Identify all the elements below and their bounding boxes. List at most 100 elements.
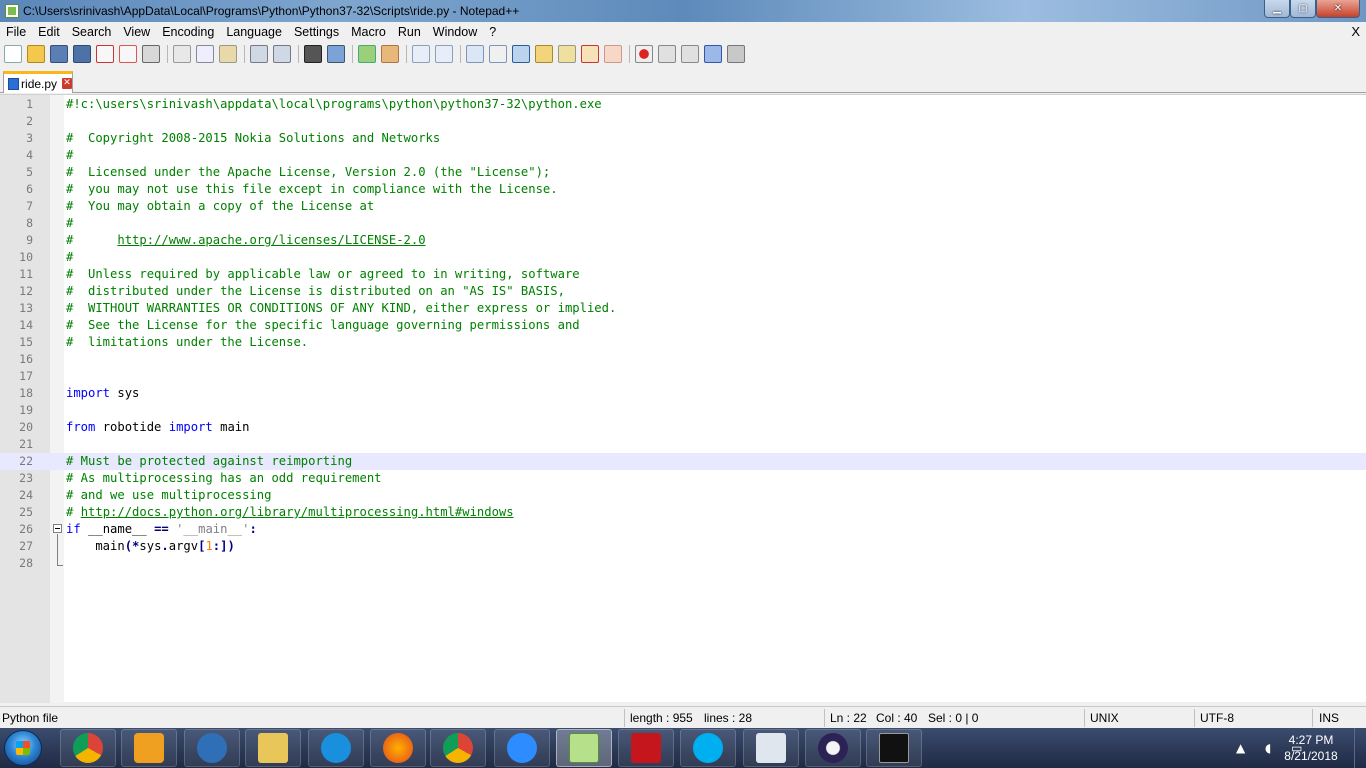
document-switcher-icon[interactable] xyxy=(604,45,622,63)
code-line[interactable]: 28 xyxy=(0,555,1366,572)
menu-view[interactable]: View xyxy=(117,25,156,39)
cut-icon[interactable] xyxy=(173,45,191,63)
close-window-button[interactable]: ✕ xyxy=(1316,0,1360,18)
menu-macro[interactable]: Macro xyxy=(345,25,392,39)
taskbar-chrome-profile[interactable] xyxy=(430,729,486,767)
taskbar-eclipse[interactable] xyxy=(805,729,861,767)
status-eol[interactable]: UNIX xyxy=(1090,711,1119,727)
code-lines[interactable]: 1 #!c:\users\srinivash\appdata\local\prog… xyxy=(0,96,1366,572)
taskbar-media-player[interactable] xyxy=(121,729,177,767)
paste-icon[interactable] xyxy=(219,45,237,63)
record-macro-icon[interactable] xyxy=(635,45,653,63)
code-line[interactable]: 12 # distributed under the License is dis… xyxy=(0,283,1366,300)
taskbar-file-explorer[interactable] xyxy=(245,729,301,767)
redo-icon[interactable] xyxy=(273,45,291,63)
function-list-icon[interactable] xyxy=(558,45,576,63)
tab-ride-py[interactable]: ride.py ✕ xyxy=(3,71,73,93)
taskbar-skype[interactable] xyxy=(680,729,736,767)
clock[interactable]: 4:27 PM 8/21/2018 xyxy=(1276,732,1346,764)
new-file-icon[interactable] xyxy=(4,45,22,63)
save-macro-icon[interactable] xyxy=(727,45,745,63)
menu-settings[interactable]: Settings xyxy=(288,25,345,39)
code-line[interactable]: 24 # and we use multiprocessing xyxy=(0,487,1366,504)
taskbar-zoom[interactable] xyxy=(494,729,550,767)
stop-recording-icon[interactable] xyxy=(658,45,676,63)
notepadpp-app-icon[interactable] xyxy=(5,4,19,18)
code-line[interactable]: 6 # you may not use this file except in c… xyxy=(0,181,1366,198)
code-line[interactable]: 5 # Licensed under the Apache License, Ve… xyxy=(0,164,1366,181)
indent-guide-icon[interactable] xyxy=(512,45,530,63)
code-line[interactable]: 25 # http://docs.python.org/library/multi… xyxy=(0,504,1366,521)
fold-toggle-icon[interactable] xyxy=(53,524,62,533)
code-line[interactable]: 21 xyxy=(0,436,1366,453)
taskbar-documents[interactable] xyxy=(743,729,799,767)
code-line[interactable]: 13 # WITHOUT WARRANTIES OR CONDITIONS OF … xyxy=(0,300,1366,317)
menu-file[interactable]: File xyxy=(0,25,32,39)
code-line[interactable]: 15 # limitations under the License. xyxy=(0,334,1366,351)
close-file-icon[interactable] xyxy=(96,45,114,63)
print-icon[interactable] xyxy=(142,45,160,63)
show-all-characters-icon[interactable] xyxy=(489,45,507,63)
status-insert-mode[interactable]: INS xyxy=(1319,711,1339,727)
code-line[interactable]: 16 xyxy=(0,351,1366,368)
taskbar-chrome[interactable] xyxy=(60,729,116,767)
taskbar-notepadpp[interactable] xyxy=(556,729,612,767)
code-line[interactable]: 2 xyxy=(0,113,1366,130)
menu-window[interactable]: Window xyxy=(427,25,483,39)
code-line[interactable]: 4 # xyxy=(0,147,1366,164)
code-link[interactable]: http://www.apache.org/licenses/LICENSE-2… xyxy=(117,233,425,247)
code-line[interactable]: 8 # xyxy=(0,215,1366,232)
taskbar-thunderbird[interactable] xyxy=(184,729,240,767)
code-editor[interactable]: 1 #!c:\users\srinivash\appdata\local\prog… xyxy=(0,94,1366,703)
code-line[interactable]: 27 main(*sys.argv[1:]) xyxy=(0,538,1366,555)
document-map-icon[interactable] xyxy=(535,45,553,63)
code-line[interactable]: 18 import sys xyxy=(0,385,1366,402)
sync-vertical-icon[interactable] xyxy=(412,45,430,63)
code-line[interactable]: 17 xyxy=(0,368,1366,385)
taskbar-acrobat[interactable] xyxy=(618,729,674,767)
menu-edit[interactable]: Edit xyxy=(32,25,66,39)
maximize-button[interactable]: ▢ xyxy=(1290,0,1316,18)
code-line[interactable]: 20 from robotide import main xyxy=(0,419,1366,436)
open-file-icon[interactable] xyxy=(27,45,45,63)
menu-run[interactable]: Run xyxy=(392,25,427,39)
minimize-button[interactable]: ▁ xyxy=(1264,0,1290,18)
taskbar-internet-explorer[interactable] xyxy=(308,729,364,767)
code-line[interactable]: 26 if __name__ == '__main__': xyxy=(0,521,1366,538)
word-wrap-icon[interactable] xyxy=(466,45,484,63)
code-line[interactable]: 10 # xyxy=(0,249,1366,266)
close-document-button[interactable]: X xyxy=(1351,24,1360,39)
save-icon[interactable] xyxy=(50,45,68,63)
zoom-in-icon[interactable] xyxy=(358,45,376,63)
find-icon[interactable] xyxy=(304,45,322,63)
folder-workspace-icon[interactable] xyxy=(581,45,599,63)
run-macro-multiple-icon[interactable] xyxy=(704,45,722,63)
taskbar-command-prompt[interactable] xyxy=(866,729,922,767)
code-line[interactable]: 9 # http://www.apache.org/licenses/LICENS… xyxy=(0,232,1366,249)
zoom-out-icon[interactable] xyxy=(381,45,399,63)
title-bar[interactable]: C:\Users\srinivash\AppData\Local\Program… xyxy=(0,0,1366,22)
replace-icon[interactable] xyxy=(327,45,345,63)
save-all-icon[interactable] xyxy=(73,45,91,63)
code-link[interactable]: http://docs.python.org/library/multiproc… xyxy=(81,505,514,519)
taskbar-firefox[interactable] xyxy=(370,729,426,767)
code-line[interactable]: 19 xyxy=(0,402,1366,419)
tab-close-icon[interactable]: ✕ xyxy=(62,78,72,89)
code-line[interactable]: 11 # Unless required by applicable law or… xyxy=(0,266,1366,283)
menu-help[interactable]: ? xyxy=(483,25,502,39)
copy-icon[interactable] xyxy=(196,45,214,63)
code-line[interactable]: 7 # You may obtain a copy of the License … xyxy=(0,198,1366,215)
code-line[interactable]: 3 # Copyright 2008-2015 Nokia Solutions a… xyxy=(0,130,1366,147)
sync-horizontal-icon[interactable] xyxy=(435,45,453,63)
code-line[interactable]: 22 # Must be protected against reimportin… xyxy=(0,453,1366,470)
start-button[interactable] xyxy=(4,730,42,766)
play-macro-icon[interactable] xyxy=(681,45,699,63)
show-desktop-button[interactable] xyxy=(1354,728,1366,768)
undo-icon[interactable] xyxy=(250,45,268,63)
menu-language[interactable]: Language xyxy=(220,25,288,39)
menu-search[interactable]: Search xyxy=(66,25,118,39)
code-line[interactable]: 14 # See the License for the specific lan… xyxy=(0,317,1366,334)
menu-encoding[interactable]: Encoding xyxy=(156,25,220,39)
status-encoding[interactable]: UTF-8 xyxy=(1200,711,1234,727)
close-all-icon[interactable] xyxy=(119,45,137,63)
